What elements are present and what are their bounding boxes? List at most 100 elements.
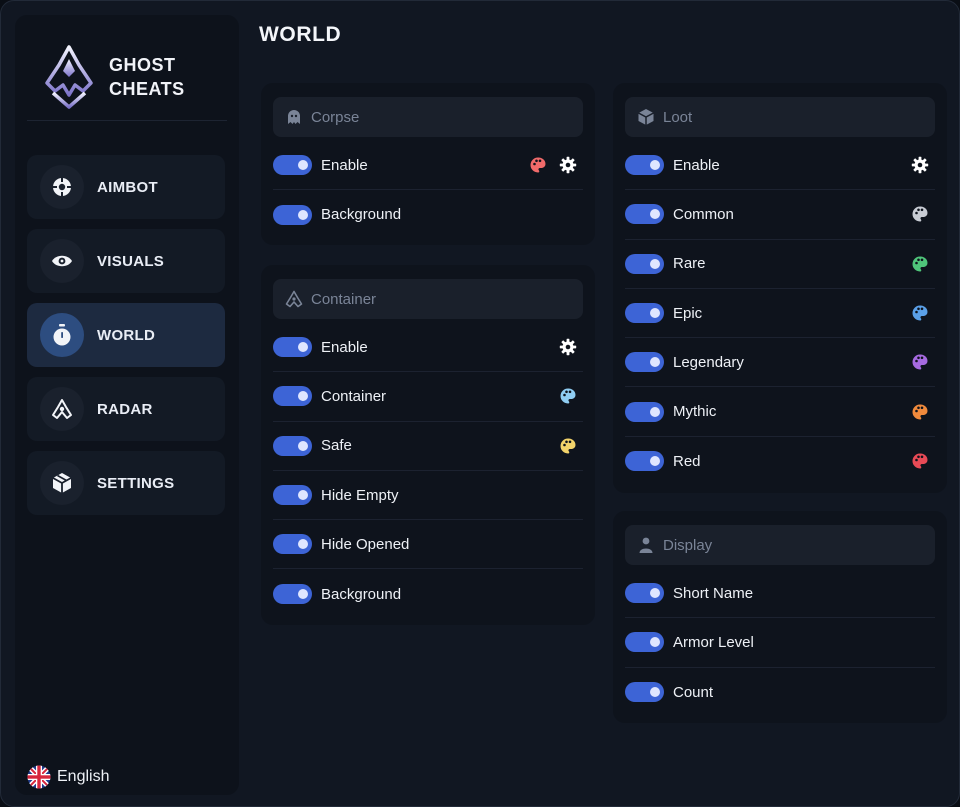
container-section: Container Enable Container Safe Hide Emp…	[261, 265, 595, 625]
palette-icon[interactable]	[911, 452, 929, 470]
gear-icon[interactable]	[559, 156, 577, 174]
toggle-switch[interactable]	[625, 401, 664, 422]
brand-line-2: CHEATS	[109, 79, 185, 99]
toggle-switch[interactable]	[273, 435, 312, 456]
nav-item-visuals[interactable]: VISUALS	[27, 229, 225, 293]
app-window: GHOST CHEATS AIMBOT VISUALS WORLD RADAR …	[0, 0, 960, 807]
display-section: Display Short Name Armor Level Count	[613, 511, 947, 723]
language-label: English	[57, 768, 110, 785]
setting-row: Hide Empty	[273, 471, 583, 521]
section-title: Display	[663, 536, 713, 554]
setting-label: Mythic	[673, 403, 717, 421]
section-header: Display	[625, 525, 935, 565]
section-title: Corpse	[311, 108, 360, 126]
gear-icon[interactable]	[911, 156, 929, 174]
setting-label: Common	[673, 205, 734, 223]
setting-row: Count	[625, 668, 935, 717]
section-title: Container	[311, 290, 377, 308]
setting-label: Armor Level	[673, 633, 754, 651]
nav-menu: AIMBOT VISUALS WORLD RADAR SETTINGS	[27, 155, 225, 525]
ghost-logo-icon	[45, 45, 93, 109]
corpse-section: Corpse Enable Background	[261, 83, 595, 245]
toggle-switch[interactable]	[273, 155, 312, 176]
setting-row: Rare	[625, 240, 935, 289]
toggle-switch[interactable]	[273, 386, 312, 407]
palette-icon[interactable]	[911, 353, 929, 371]
toggle-switch[interactable]	[273, 337, 312, 358]
toggle-switch[interactable]	[273, 485, 312, 506]
setting-label: Hide Opened	[321, 535, 410, 553]
setting-label: Legendary	[673, 353, 744, 371]
section-header: Loot	[625, 97, 935, 137]
radar-icon	[40, 387, 84, 431]
toggle-switch[interactable]	[625, 303, 664, 324]
palette-icon[interactable]	[911, 205, 929, 223]
palette-icon[interactable]	[911, 255, 929, 273]
nav-item-settings[interactable]: SETTINGS	[27, 451, 225, 515]
setting-row: Hide Opened	[273, 520, 583, 570]
nav-item-label: WORLD	[97, 326, 156, 344]
toggle-switch[interactable]	[273, 584, 312, 605]
setting-row: Short Name	[625, 569, 935, 619]
sidebar: GHOST CHEATS AIMBOT VISUALS WORLD RADAR …	[15, 15, 239, 795]
toggle-switch[interactable]	[625, 155, 664, 176]
nav-item-label: SETTINGS	[97, 474, 175, 492]
setting-label: Enable	[673, 156, 720, 174]
palette-icon[interactable]	[559, 387, 577, 405]
loot-section: Loot Enable Common Rare Epic Legendary M…	[613, 83, 947, 493]
setting-label: Red	[673, 452, 701, 470]
section-header: Container	[273, 279, 583, 319]
palette-icon[interactable]	[911, 403, 929, 421]
toggle-switch[interactable]	[625, 253, 664, 274]
setting-label: Hide Empty	[321, 486, 399, 504]
language-selector[interactable]: English	[27, 765, 109, 789]
cube-icon	[638, 109, 654, 125]
setting-row: Background	[273, 569, 583, 618]
nav-item-label: AIMBOT	[97, 178, 158, 196]
setting-label: Enable	[321, 156, 368, 174]
setting-label: Background	[321, 585, 402, 603]
brand-name: GHOST CHEATS	[109, 53, 185, 101]
setting-row: Enable	[273, 141, 583, 191]
setting-label: Background	[321, 206, 402, 224]
setting-row: Legendary	[625, 338, 935, 388]
setting-row: Mythic	[625, 387, 935, 437]
palette-icon[interactable]	[559, 437, 577, 455]
setting-label: Safe	[321, 437, 352, 455]
person-icon	[639, 537, 653, 553]
palette-icon[interactable]	[911, 304, 929, 322]
brand-line-1: GHOST	[109, 55, 176, 75]
toggle-switch[interactable]	[625, 583, 664, 604]
setting-label: Count	[673, 683, 714, 701]
crosshair-icon	[40, 165, 84, 209]
toggle-switch[interactable]	[625, 632, 664, 653]
setting-label: Rare	[673, 255, 706, 273]
nav-item-radar[interactable]: RADAR	[27, 377, 225, 441]
brand: GHOST CHEATS	[41, 45, 185, 109]
toggle-switch[interactable]	[273, 204, 312, 225]
toggle-switch[interactable]	[625, 204, 664, 225]
nav-item-world[interactable]: WORLD	[27, 303, 225, 367]
nav-item-label: VISUALS	[97, 252, 165, 270]
palette-icon[interactable]	[529, 156, 547, 174]
page-title: WORLD	[259, 23, 342, 46]
setting-row: Common	[625, 190, 935, 240]
setting-label: Enable	[321, 338, 368, 356]
uk-flag-icon	[27, 765, 51, 789]
setting-row: Enable	[625, 141, 935, 191]
timer-icon	[40, 313, 84, 357]
toggle-switch[interactable]	[625, 451, 664, 472]
radar-icon	[285, 290, 303, 308]
setting-row: Container	[273, 372, 583, 422]
toggle-switch[interactable]	[273, 534, 312, 555]
setting-row: Epic	[625, 289, 935, 339]
section-title: Loot	[663, 108, 693, 126]
setting-row: Red	[625, 437, 935, 486]
eye-icon	[40, 239, 84, 283]
nav-item-aimbot[interactable]: AIMBOT	[27, 155, 225, 219]
setting-row: Safe	[273, 422, 583, 471]
gear-icon[interactable]	[559, 338, 577, 356]
toggle-switch[interactable]	[625, 352, 664, 373]
setting-label: Short Name	[673, 584, 754, 602]
toggle-switch[interactable]	[625, 682, 664, 703]
